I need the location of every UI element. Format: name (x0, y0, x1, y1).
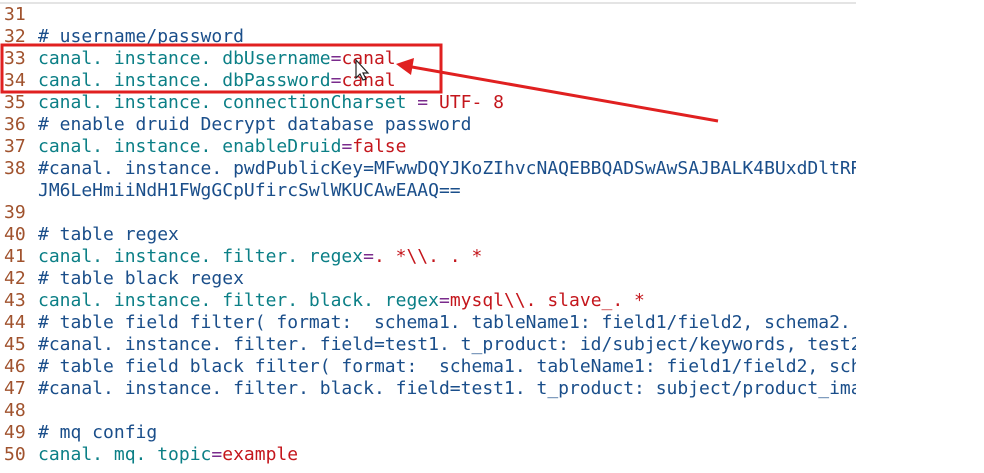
line-text: #canal. instance. filter. black. field=t… (32, 378, 856, 400)
code-line[interactable]: 34 canal. instance. dbPassword=canal (0, 70, 856, 92)
line-text: canal. instance. filter. regex=. *\\. . … (32, 246, 482, 268)
line-number: 49 (4, 422, 26, 443)
code-token-key: canal. instance. connectionCharset (38, 92, 407, 113)
line-number: 39 (4, 202, 26, 223)
code-token-comment: JM6LeHmiiNdH1FWgGCpUfircSwlWKUCAwEAAQ== (38, 180, 461, 201)
code-line[interactable]: JM6LeHmiiNdH1FWgGCpUfircSwlWKUCAwEAAQ== (0, 180, 856, 202)
code-line[interactable]: 46 # table field black filter( format: sc… (0, 356, 856, 378)
code-token-eq: = (330, 70, 342, 91)
code-token-eq: = (211, 444, 223, 465)
code-token-comment: # username/password (38, 26, 244, 47)
line-number: 38 (4, 158, 26, 179)
code-token-key: canal. instance. dbPassword (38, 70, 331, 91)
code-token-val: false (352, 136, 407, 157)
line-number: 41 (4, 246, 26, 267)
code-token-key: canal. mq. topic (38, 444, 212, 465)
code-line[interactable]: 32 # username/password (0, 26, 856, 48)
code-token-val: canal (341, 48, 396, 69)
line-text (32, 202, 38, 224)
code-line[interactable]: 33 canal. instance. dbUsername=canal (0, 48, 856, 70)
code-line[interactable]: 42 # table black regex (0, 268, 856, 290)
line-number: 50 (4, 444, 26, 465)
code-token-key: canal. instance. enableDruid (38, 136, 342, 157)
line-number: 34 (4, 70, 26, 91)
code-line[interactable]: 48 (0, 400, 856, 422)
line-text: # enable druid Decrypt database password (32, 114, 471, 136)
code-line[interactable]: 43 canal. instance. filter. black. regex=… (0, 290, 856, 312)
code-token-comment: #canal. instance. filter. black. field=t… (38, 378, 856, 399)
code-token-eq: = (330, 48, 342, 69)
line-number: 37 (4, 136, 26, 157)
code-line[interactable]: 49 # mq config (0, 422, 856, 444)
line-text: # table field filter( format: schema1. t… (32, 312, 856, 334)
code-line[interactable]: 50 canal. mq. topic=example (0, 444, 856, 466)
code-token-comment: # table field black filter( format: sche… (38, 356, 856, 377)
code-line[interactable]: 39 (0, 202, 856, 224)
code-token-val: mysql\\. slave_. * (449, 290, 645, 311)
code-token-eq: = (438, 290, 450, 311)
line-number: 33 (4, 48, 26, 69)
line-number: 46 (4, 356, 26, 377)
code-token-comment: # mq config (38, 422, 158, 443)
code-line[interactable]: 44 # table field filter( format: schema1.… (0, 312, 856, 334)
line-text: # table regex (32, 224, 179, 246)
line-number: 31 (4, 4, 26, 25)
line-number: 42 (4, 268, 26, 289)
line-number: 44 (4, 312, 26, 333)
line-number: 36 (4, 114, 26, 135)
code-token-key: canal. instance. filter. black. regex (38, 290, 439, 311)
code-token-val: canal (341, 70, 396, 91)
code-line[interactable]: 31 (0, 4, 856, 26)
code-line[interactable]: 38 #canal. instance. pwdPublicKey=MFwwDQY… (0, 158, 856, 180)
line-number: 40 (4, 224, 26, 245)
line-text: canal. instance. dbPassword=canal (32, 70, 396, 92)
code-token-comment: #canal. instance. filter. field=test1. t… (38, 334, 856, 355)
line-text: canal. instance. filter. black. regex=my… (32, 290, 645, 312)
line-text: # mq config (32, 422, 157, 444)
code-token-eq: = (341, 136, 353, 157)
code-line[interactable]: 35 canal. instance. connectionCharset = U… (0, 92, 856, 114)
line-number (0, 180, 32, 202)
line-text: #canal. instance. pwdPublicKey=MFwwDQYJK… (32, 158, 856, 180)
code-token-comment: #canal. instance. pwdPublicKey=MFwwDQYJK… (38, 158, 856, 179)
line-text: # username/password (32, 26, 244, 48)
line-text: JM6LeHmiiNdH1FWgGCpUfircSwlWKUCAwEAAQ== (32, 180, 461, 202)
code-token-val: UTF- 8 (438, 92, 505, 113)
code-token-val: . *\\. . * (373, 246, 483, 267)
line-text: # table black regex (32, 268, 244, 290)
code-token-eq: = (363, 246, 374, 267)
line-text: # table field black filter( format: sche… (32, 356, 856, 378)
code-token-comment: # table regex (38, 224, 179, 245)
code-token-key: canal. instance. filter. regex (38, 246, 364, 267)
code-token-comment: # table black regex (38, 268, 244, 289)
line-text: canal. mq. topic=example (32, 444, 298, 466)
line-text: canal. instance. connectionCharset = UTF… (32, 92, 504, 114)
line-number: 47 (4, 378, 26, 399)
code-line[interactable]: 37 canal. instance. enableDruid=false (0, 136, 856, 158)
line-text: canal. instance. enableDruid=false (32, 136, 406, 158)
code-token-comment: # table field filter( format: schema1. t… (38, 312, 856, 333)
code-token-eq: = (406, 92, 439, 113)
line-number: 32 (4, 26, 26, 47)
line-text (32, 400, 38, 422)
code-line[interactable]: 47 #canal. instance. filter. black. field… (0, 378, 856, 400)
line-number: 35 (4, 92, 26, 113)
code-line[interactable]: 45 #canal. instance. filter. field=test1.… (0, 334, 856, 356)
code-editor[interactable]: 31 32 # username/password 33 canal. instance… (0, 0, 856, 473)
code-lines: 31 32 # username/password 33 canal. instance… (0, 4, 856, 466)
line-text: canal. instance. dbUsername=canal (32, 48, 396, 70)
code-line[interactable]: 40 # table regex (0, 224, 856, 246)
code-token-comment: # enable druid Decrypt database password (38, 114, 472, 135)
line-text (32, 4, 38, 26)
line-number: 45 (4, 334, 26, 355)
code-token-key: canal. instance. dbUsername (38, 48, 331, 69)
code-line[interactable]: 41 canal. instance. filter. regex=. *\\. … (0, 246, 856, 268)
line-number: 48 (4, 400, 26, 421)
code-line[interactable]: 36 # enable druid Decrypt database passwo… (0, 114, 856, 136)
line-text: #canal. instance. filter. field=test1. t… (32, 334, 856, 356)
code-token-val: example (222, 444, 299, 465)
line-number: 43 (4, 290, 26, 311)
